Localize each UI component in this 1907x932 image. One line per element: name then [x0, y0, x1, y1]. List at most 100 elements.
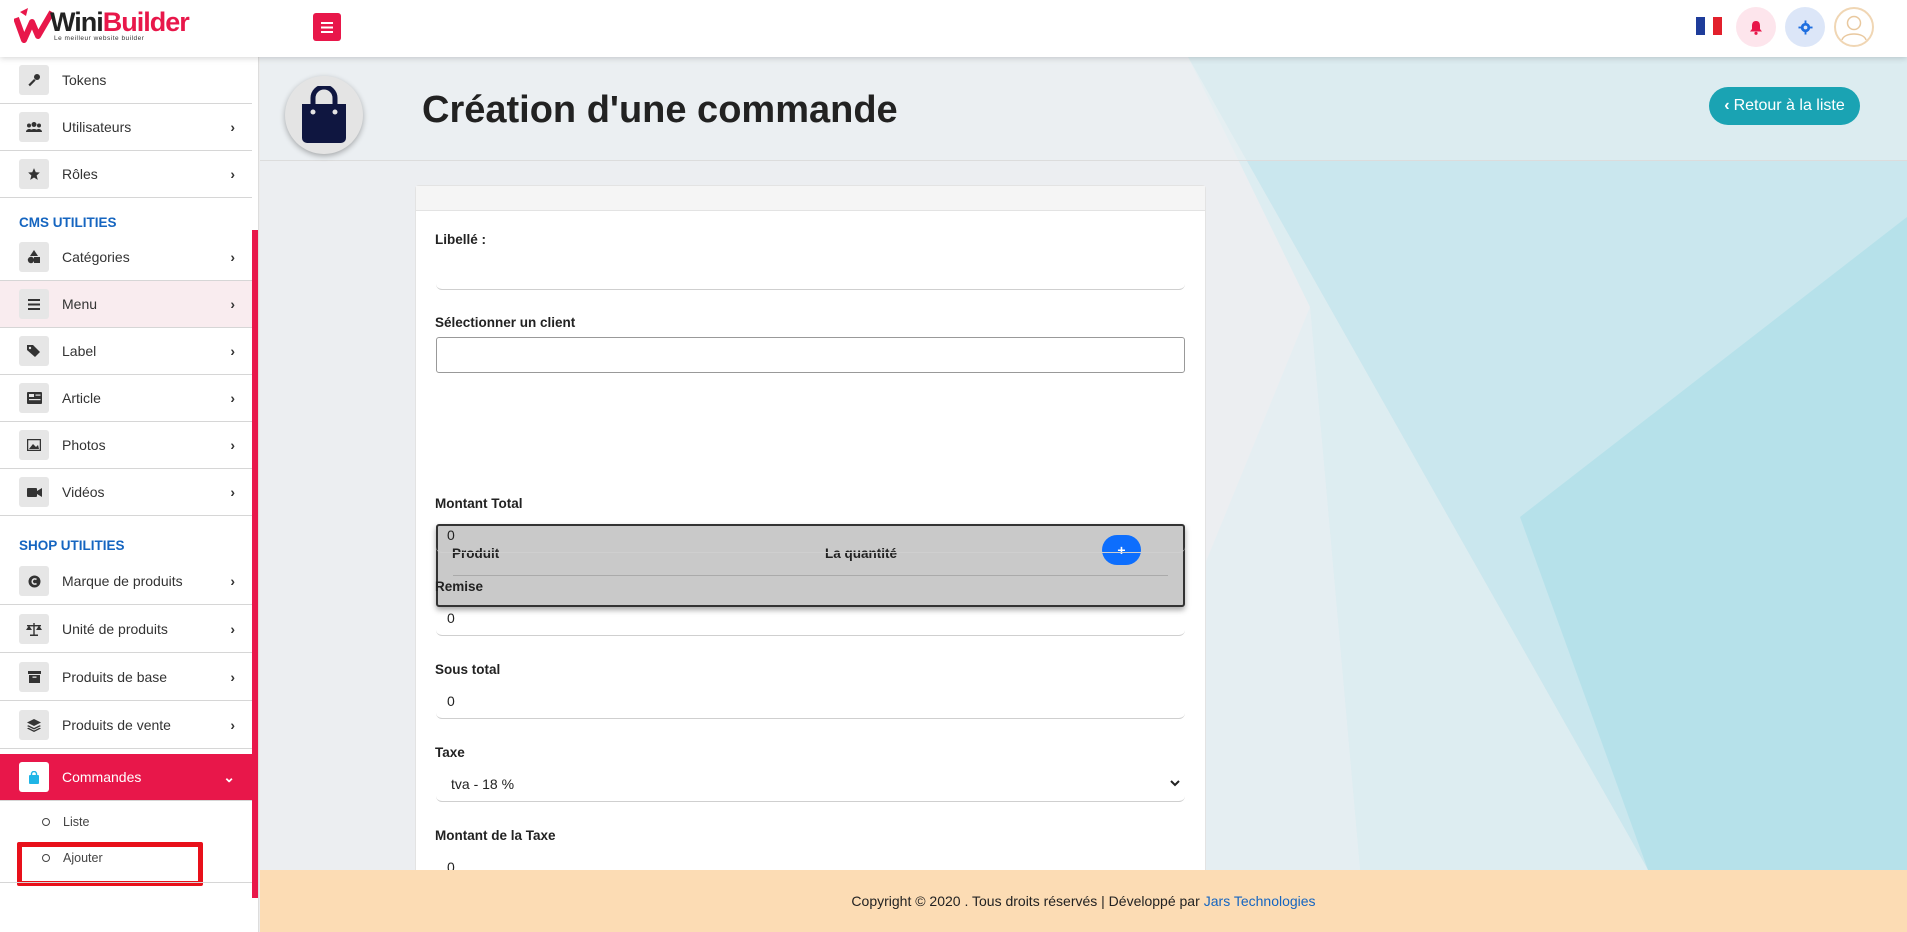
main-content: Création d'une commande ‹ Retour à la li… [260, 57, 1907, 870]
image-icon [19, 430, 49, 460]
sidebar-divider [0, 882, 252, 883]
sidebar-item-label[interactable]: Label › [0, 328, 252, 375]
page-header: Création d'une commande ‹ Retour à la li… [260, 57, 1907, 161]
sidebar-item-label: Tokens [62, 72, 107, 88]
chevron-right-icon: › [230, 296, 235, 312]
chevron-down-icon: ⌄ [223, 768, 235, 785]
section-title-cms: CMS UTILITIES [19, 215, 117, 230]
sidebar-item-videos[interactable]: Vidéos › [0, 469, 252, 516]
scale-icon [19, 614, 49, 644]
sidebar-item-photos[interactable]: Photos › [0, 422, 252, 469]
montant-total-input[interactable] [436, 518, 1185, 553]
sidebar-subitem-label: Liste [63, 815, 90, 829]
sidebar-item-marque-produits[interactable]: Marque de produits › [0, 558, 252, 605]
notifications-button[interactable] [1736, 7, 1776, 47]
gear-icon [1797, 19, 1813, 35]
card-header [416, 186, 1205, 211]
page-icon [285, 76, 363, 154]
tags-icon [19, 336, 49, 366]
sidebar-active-strip [252, 230, 258, 898]
sous-total-input[interactable] [436, 684, 1185, 719]
page-title: Création d'une commande [422, 89, 898, 131]
taxe-select[interactable]: tva - 18 % [436, 767, 1185, 802]
montant-total-label: Montant Total [435, 496, 523, 511]
sidebar-item-label: Produits de vente [62, 717, 171, 733]
chevron-right-icon: › [230, 437, 235, 453]
chevron-right-icon: › [230, 573, 235, 589]
hamburger-icon [321, 21, 333, 33]
chevron-right-icon: › [230, 343, 235, 359]
chevron-right-icon: › [230, 166, 235, 182]
chevron-down-icon [1170, 780, 1180, 787]
libelle-input[interactable] [436, 255, 1185, 290]
sidebar-item-label: Commandes [62, 769, 142, 785]
star-icon [19, 159, 49, 189]
montant-taxe-label: Montant de la Taxe [435, 828, 556, 843]
user-avatar[interactable] [1834, 7, 1874, 47]
montant-taxe-input[interactable] [436, 850, 1185, 870]
sidebar-item-roles[interactable]: Rôles › [0, 151, 252, 198]
key-icon [19, 65, 49, 95]
sidebar-item-unite-produits[interactable]: Unité de produits › [0, 606, 252, 653]
copyright-icon [19, 566, 49, 596]
footer: Copyright © 2020 . Tous droits réservés … [260, 870, 1907, 932]
layers-icon [19, 710, 49, 740]
sidebar-item-tokens[interactable]: Tokens [0, 57, 252, 104]
client-select[interactable] [436, 337, 1185, 373]
user-icon [1841, 15, 1867, 41]
sidebar-item-label: Rôles [62, 166, 98, 182]
logo-tagline: Le meilleur website builder [54, 35, 145, 42]
menu-toggle-button[interactable] [313, 13, 341, 41]
sous-total-label: Sous total [435, 662, 501, 677]
sidebar-item-label: Vidéos [62, 484, 105, 500]
company-link[interactable]: Jars Technologies [1204, 893, 1316, 909]
section-title-shop: SHOP UTILITIES [19, 538, 125, 553]
client-label: Sélectionner un client [435, 315, 576, 330]
chevron-right-icon: › [230, 621, 235, 637]
language-flag-fr-icon[interactable] [1696, 17, 1723, 35]
logo-text-b: Builder [102, 7, 190, 37]
winibuilder-logo[interactable]: WiniBuilder Le meilleur website builder [14, 4, 190, 46]
sidebar-item-menu[interactable]: Menu › [0, 281, 252, 328]
chevron-right-icon: › [230, 119, 235, 135]
sidebar-item-produits-vente[interactable]: Produits de vente › [0, 702, 252, 749]
libelle-label: Libellé : [435, 232, 487, 247]
top-navbar: WiniBuilder Le meilleur website builder [0, 0, 1907, 57]
highlight-box [17, 842, 203, 886]
settings-button[interactable] [1785, 7, 1825, 47]
sidebar-item-utilisateurs[interactable]: Utilisateurs › [0, 104, 252, 151]
sidebar-item-article[interactable]: Article › [0, 375, 252, 422]
chevron-right-icon: › [230, 669, 235, 685]
remise-label: Remise [435, 579, 484, 594]
users-icon [19, 112, 49, 142]
shopping-bag-icon [19, 762, 49, 792]
sidebar-item-label-text: Label [62, 343, 97, 359]
sidebar: Tokens Utilisateurs › Rôles › CMS UTILIT… [0, 57, 259, 932]
chevron-left-icon: ‹ [1724, 97, 1730, 114]
sidebar-item-commandes[interactable]: Commandes ⌄ [0, 754, 252, 801]
bars-icon [19, 289, 49, 319]
circle-icon [42, 818, 50, 826]
sidebar-item-label: Article [62, 390, 101, 406]
chevron-right-icon: › [230, 249, 235, 265]
newspaper-icon [19, 383, 49, 413]
remise-input[interactable] [436, 601, 1185, 636]
chevron-right-icon: › [230, 484, 235, 500]
back-to-list-button[interactable]: ‹ Retour à la liste [1709, 87, 1860, 125]
shapes-icon [19, 242, 49, 272]
sidebar-item-produits-base[interactable]: Produits de base › [0, 654, 252, 701]
bell-icon [1750, 20, 1762, 35]
sidebar-item-label: Produits de base [62, 669, 168, 685]
sidebar-subitem-liste[interactable]: Liste [42, 815, 89, 829]
order-form-card: Libellé : Sélectionner un client Produit… [415, 185, 1206, 870]
taxe-selected-value: tva - 18 % [451, 776, 515, 792]
sidebar-item-label: Unité de produits [62, 621, 168, 637]
sidebar-item-label: Photos [62, 437, 106, 453]
chevron-right-icon: › [230, 717, 235, 733]
video-icon [19, 477, 49, 507]
sidebar-item-label: Catégories [62, 249, 130, 265]
copyright-text: Copyright © 2020 . Tous droits réservés … [851, 893, 1200, 909]
archive-icon [19, 662, 49, 692]
taxe-label: Taxe [435, 745, 465, 760]
sidebar-item-categories[interactable]: Catégories › [0, 234, 252, 281]
